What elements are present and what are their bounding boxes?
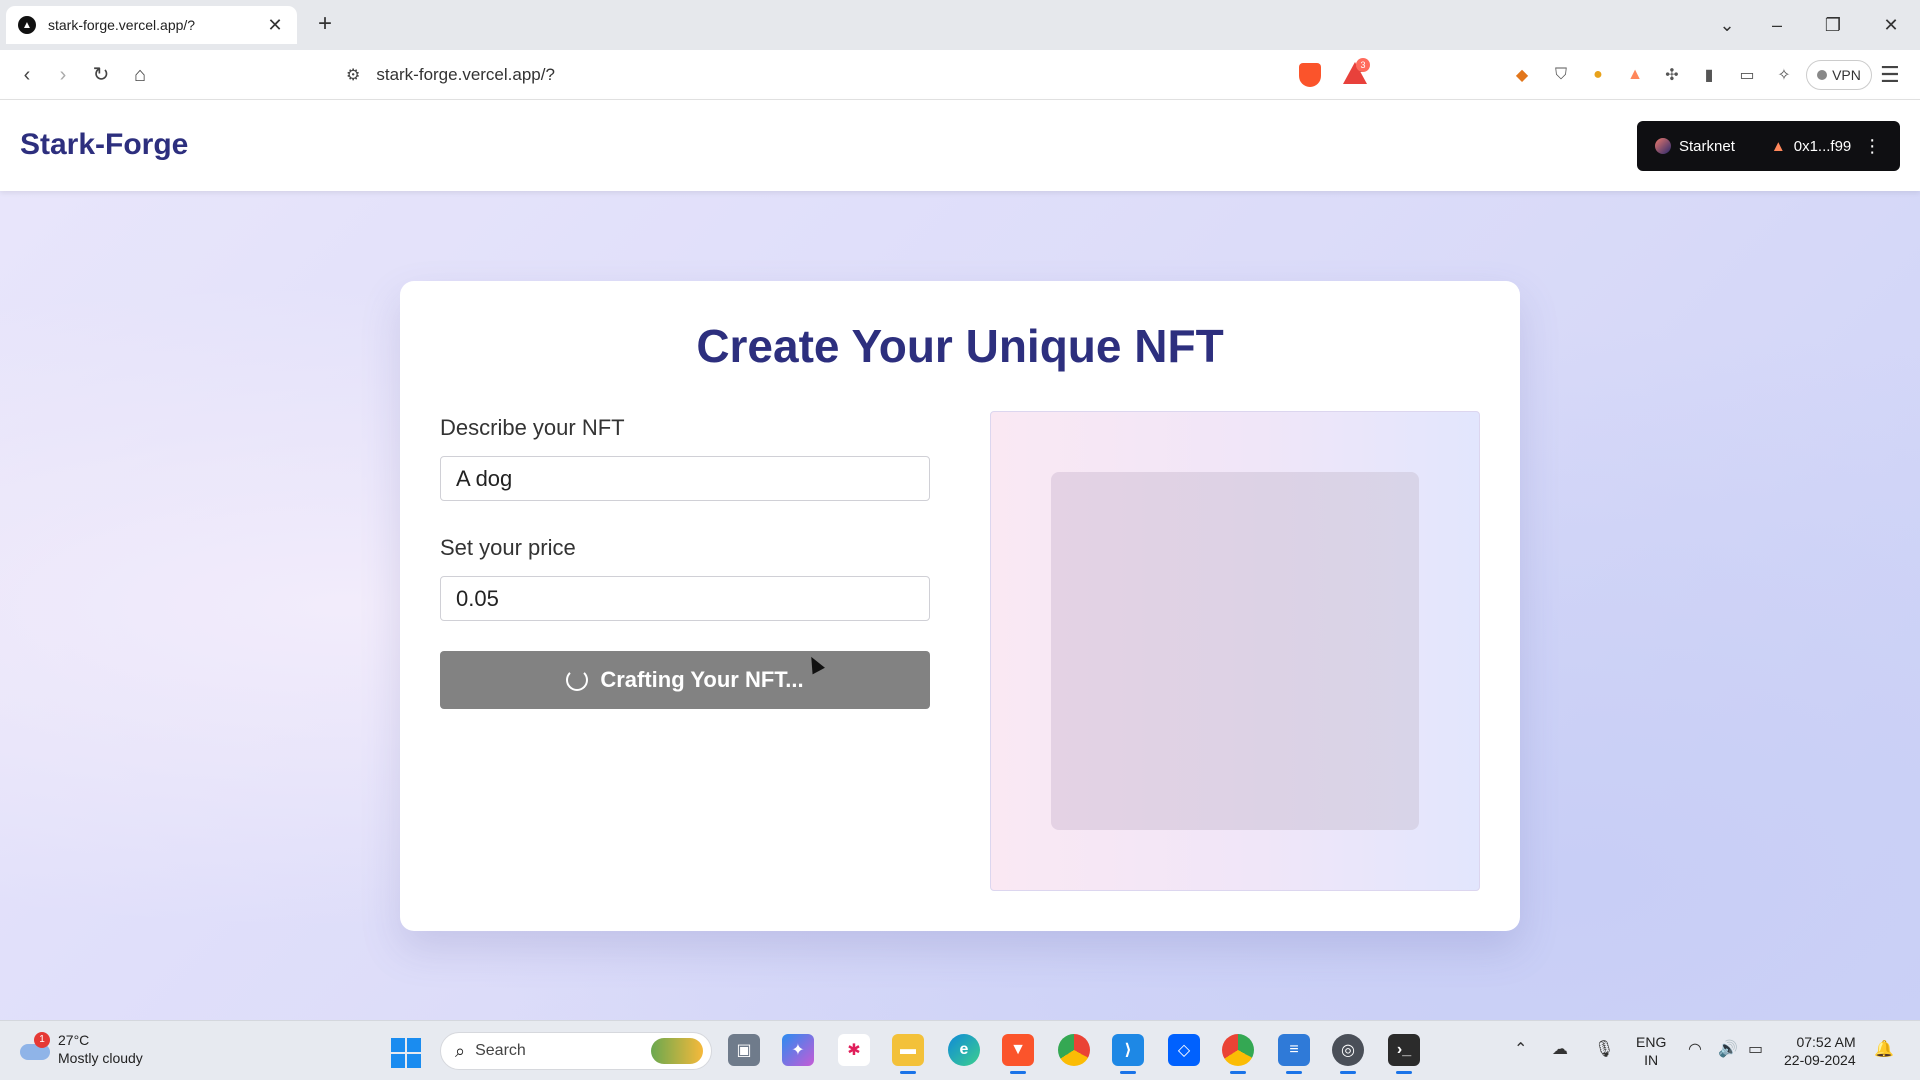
weather-condition: Mostly cloudy — [58, 1050, 143, 1066]
wifi-icon[interactable]: ◠ — [1688, 1039, 1702, 1059]
restore-icon[interactable]: ❐ — [1818, 10, 1848, 40]
slack-icon[interactable]: ✱ — [838, 1034, 870, 1066]
forward-icon[interactable]: › — [48, 60, 78, 90]
windows-start-icon[interactable] — [391, 1038, 421, 1068]
search-highlight-icon — [651, 1038, 703, 1064]
minimize-icon[interactable]: – — [1762, 10, 1792, 40]
loading-spinner-icon — [566, 669, 589, 691]
battery-icon[interactable]: ▭ — [1748, 1039, 1763, 1059]
edge-icon[interactable]: e — [948, 1034, 980, 1066]
lang-region: IN — [1644, 1052, 1659, 1068]
vpn-status-icon — [1817, 70, 1828, 80]
tab-close-icon[interactable]: ✕ — [265, 15, 285, 36]
network-label: Starknet — [1679, 137, 1735, 155]
leo-ai-icon[interactable]: ✧ — [1773, 64, 1795, 86]
input-language[interactable]: ENG IN — [1636, 1033, 1666, 1069]
vscode-icon[interactable]: ⟩ — [1112, 1034, 1144, 1074]
browser-tab-bar: ▲ stark-forge.vercel.app/? ✕ + ⌄ – ❐ ✕ — [0, 0, 1920, 50]
address-bar[interactable]: ⚙ stark-forge.vercel.app/? ⇪ — [334, 56, 1382, 94]
browser-tab[interactable]: ▲ stark-forge.vercel.app/? ✕ — [6, 6, 297, 44]
chrome-profile-icon[interactable] — [1222, 1034, 1254, 1074]
lang-primary: ENG — [1636, 1034, 1667, 1050]
tab-search-chevron-icon[interactable]: ⌄ — [1712, 10, 1742, 40]
home-icon[interactable]: ⌂ — [125, 60, 155, 90]
file-explorer-icon[interactable]: ▬ — [892, 1034, 924, 1074]
brave-shield-icon[interactable] — [1299, 63, 1321, 87]
clock-date: 22-09-2024 — [1784, 1052, 1856, 1068]
microphone-icon[interactable]: 🎙 — [1594, 1039, 1614, 1059]
address-url[interactable]: stark-forge.vercel.app/? — [376, 65, 1351, 85]
site-brand[interactable]: Stark-Forge — [20, 128, 188, 162]
metamask-extension-icon[interactable]: ◆ — [1511, 64, 1533, 86]
vpn-label: VPN — [1832, 67, 1861, 83]
wallet-connect-button[interactable]: Starknet ▲ 0x1...f99 ⋮ — [1637, 121, 1900, 171]
describe-label: Describe your NFT — [440, 415, 625, 440]
page: Stark-Forge Starknet ▲ 0x1...f99 ⋮ Creat… — [0, 100, 1920, 1020]
taskbar-search[interactable]: ⌕ Search — [440, 1032, 712, 1070]
weather-badge: 1 — [34, 1032, 50, 1048]
brave-icon[interactable]: ▼ — [1002, 1034, 1034, 1074]
wallet-icon[interactable]: ▭ — [1736, 64, 1758, 86]
extensions-puzzle-icon[interactable]: ✣ — [1661, 64, 1683, 86]
site-header: Stark-Forge Starknet ▲ 0x1...f99 ⋮ — [0, 100, 1920, 191]
task-view-icon[interactable]: ▣ — [728, 1034, 760, 1066]
wallet-extension-icon[interactable]: ● — [1587, 64, 1609, 86]
site-settings-icon[interactable]: ⚙ — [346, 65, 360, 85]
sidebar-icon[interactable]: ▮ — [1698, 64, 1720, 86]
os-taskbar: 1 27°C Mostly cloudy ⌕ Search ▣ ✦ ✱ ▬ e … — [0, 1020, 1920, 1080]
browser-toolbar: ‹ › ↻ ⌂ ⚙ stark-forge.vercel.app/? ⇪ 3 ◆… — [0, 50, 1920, 100]
onedrive-icon[interactable]: ☁ — [1552, 1039, 1568, 1059]
account-display[interactable]: ▲ 0x1...f99 — [1771, 138, 1851, 155]
system-clock[interactable]: 07:52 AM 22-09-2024 — [1784, 1033, 1856, 1069]
back-icon[interactable]: ‹ — [12, 60, 42, 90]
create-nft-card: Create Your Unique NFT Describe your NFT… — [400, 281, 1520, 931]
describe-input[interactable]: A dog — [440, 456, 930, 501]
chrome-icon[interactable] — [1058, 1034, 1090, 1066]
notepad-icon[interactable]: ≡ — [1278, 1034, 1310, 1074]
shield-extension-icon[interactable]: ⛉ — [1550, 64, 1572, 86]
clock-time: 07:52 AM — [1796, 1034, 1856, 1050]
create-nft-button[interactable]: Crafting Your NFT... — [440, 651, 930, 709]
dropbox-icon[interactable]: ◇ — [1168, 1034, 1200, 1066]
create-nft-button-label: Crafting Your NFT... — [600, 667, 804, 692]
tab-title: stark-forge.vercel.app/? — [48, 17, 196, 33]
volume-icon[interactable]: 🔊 — [1718, 1039, 1738, 1059]
notifications-icon[interactable]: 🔔 — [1874, 1039, 1894, 1059]
tray-overflow-icon[interactable]: ⌃ — [1514, 1039, 1527, 1059]
new-tab-button[interactable]: + — [312, 12, 338, 38]
terminal-icon[interactable]: ›_ — [1388, 1034, 1420, 1074]
account-address: 0x1...f99 — [1793, 137, 1852, 155]
starknet-icon — [1655, 138, 1671, 154]
browser-menu-icon[interactable]: ☰ — [1880, 62, 1900, 88]
wallet-menu-icon[interactable]: ⋮ — [1863, 136, 1881, 157]
weather-temperature: 27°C — [58, 1032, 90, 1048]
price-input[interactable]: 0.05 — [440, 576, 930, 621]
argent-extension-icon[interactable]: ▲ — [1624, 64, 1646, 86]
obs-icon[interactable]: ◎ — [1332, 1034, 1364, 1074]
network-selector[interactable]: Starknet — [1655, 138, 1735, 155]
page-title: Create Your Unique NFT — [696, 320, 1224, 372]
vpn-button[interactable]: VPN — [1806, 60, 1872, 90]
search-icon: ⌕ — [455, 1040, 466, 1061]
search-placeholder: Search — [475, 1042, 526, 1059]
rewards-badge: 3 — [1356, 58, 1370, 72]
close-window-icon[interactable]: ✕ — [1876, 10, 1906, 40]
weather-widget[interactable]: 1 27°C Mostly cloudy — [20, 1031, 143, 1067]
copilot-icon[interactable]: ✦ — [782, 1034, 814, 1066]
nft-preview-panel — [990, 411, 1480, 891]
weather-cloud-icon: 1 — [20, 1032, 50, 1062]
site-favicon-icon: ▲ — [18, 16, 36, 34]
reload-icon[interactable]: ↻ — [86, 60, 116, 90]
price-label: Set your price — [440, 535, 576, 560]
nft-image-placeholder — [1051, 472, 1419, 830]
argent-account-icon: ▲ — [1770, 137, 1786, 155]
